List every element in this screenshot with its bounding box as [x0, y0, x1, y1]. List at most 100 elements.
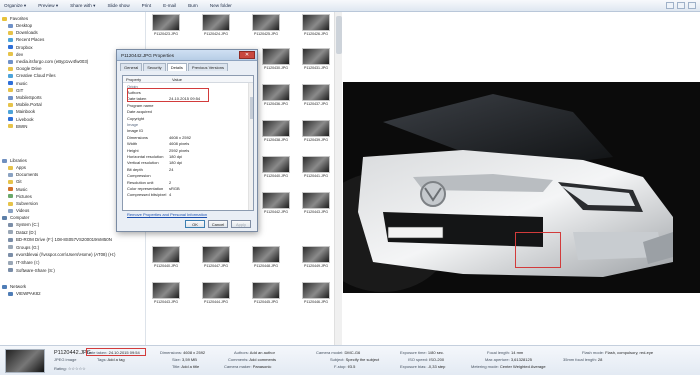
property-row[interactable]: Compressed bits/pixel 4 — [123, 192, 253, 198]
thumbnail-item[interactable]: P1120441.JPG — [302, 156, 330, 178]
cancel-button[interactable]: Cancel — [208, 220, 228, 228]
nav-header-network[interactable]: Network — [2, 283, 26, 290]
nav-item[interactable]: Google Drive — [8, 65, 42, 72]
tab-security[interactable]: Security — [143, 63, 166, 71]
nav-item[interactable]: Recent Places — [8, 36, 44, 43]
nav-item[interactable]: Livebook — [8, 116, 34, 123]
nav-item[interactable]: GIT — [8, 87, 23, 94]
thumbnail-item[interactable]: P1120439.JPG — [302, 120, 330, 142]
thumbnail-item[interactable]: P1120445.JPG — [252, 282, 280, 304]
thumbnail-item[interactable]: P1120430.JPG — [262, 48, 290, 70]
nav-item[interactable]: Documents — [8, 171, 38, 178]
nav-item[interactable]: Mainbook — [8, 108, 35, 115]
nav-item[interactable]: BWIN — [8, 123, 27, 130]
organize-button[interactable]: Organize ▾ — [4, 3, 26, 9]
scrollbar-thumb[interactable] — [250, 97, 253, 119]
thumbnail-item[interactable]: P1120448.JPG — [252, 246, 280, 268]
nav-item[interactable]: Dropbox — [8, 44, 33, 51]
nav-item[interactable]: media.itsforgo.com (eByp1vv4fw003) — [8, 58, 88, 65]
nav-item[interactable]: Desktop — [8, 22, 32, 29]
nav-item[interactable]: Downloads — [8, 29, 38, 36]
thumbnail-item[interactable]: P1120447.JPG — [202, 246, 230, 268]
print-button[interactable]: Print — [142, 3, 151, 8]
nav-item[interactable]: Music — [8, 186, 27, 193]
view-options-icon[interactable] — [666, 2, 674, 9]
share-with-button[interactable]: Share with ▾ — [70, 3, 95, 9]
tab-details[interactable]: Details — [166, 63, 187, 71]
title-field[interactable]: Title: Add a title — [172, 364, 199, 369]
nav-item[interactable]: dev — [8, 51, 23, 58]
nav-item[interactable]: IT-Share (I:) — [8, 259, 39, 266]
column-property[interactable]: Property — [123, 77, 169, 82]
close-button[interactable]: ✕ — [239, 51, 255, 59]
nav-item[interactable]: music — [8, 80, 27, 87]
nav-item[interactable]: Pictures — [8, 193, 32, 200]
thumbnail-item[interactable]: P1120437.JPG — [302, 84, 330, 106]
ok-button[interactable]: OK — [185, 220, 205, 228]
dialog-title-bar[interactable]: P1120442.JPG Properties ✕ — [117, 50, 257, 61]
thumbnail-item[interactable]: P1120443.JPG — [152, 282, 180, 304]
apply-button[interactable]: Apply — [231, 220, 251, 228]
authors-field[interactable]: Authors: Add an author — [234, 350, 275, 355]
camera-maker-field[interactable]: Camera maker: Panasonic — [224, 364, 271, 369]
rating-stars-icon[interactable]: ☆☆☆☆☆ — [68, 366, 86, 371]
nav-item-label: Software-Share (S:) — [16, 267, 55, 273]
help-icon[interactable] — [688, 2, 696, 9]
nav-header-favorites[interactable]: Favorites — [2, 15, 28, 22]
thumbnail-item[interactable]: P1120424.JPG — [202, 14, 230, 36]
thumbnail-item[interactable]: P1120442.JPG — [262, 192, 290, 214]
rating-field[interactable]: Rating: ☆☆☆☆☆ — [54, 366, 86, 371]
camera-model-field[interactable]: Camera model: DMC-G6 — [316, 350, 360, 355]
nav-item[interactable]: Apps — [8, 164, 26, 171]
nav-item[interactable]: Software-Share (S:) — [8, 267, 55, 274]
nav-item[interactable]: evorsblevai (\\vsspor.com\Users\Home) (A… — [8, 251, 115, 258]
burn-button[interactable]: Burn — [188, 3, 198, 8]
thumbnail-item[interactable]: P1120440.JPG — [152, 246, 180, 268]
thumbnail-item[interactable]: P1120443.JPG — [302, 192, 330, 214]
preview-button[interactable]: Preview ▾ — [38, 3, 58, 9]
tab-previous-versions[interactable]: Previous Versions — [187, 63, 228, 71]
thumbnail-item[interactable]: P1120438.JPG — [262, 120, 290, 142]
thumbnail-item[interactable]: P1120440.JPG — [262, 156, 290, 178]
nav-header-computer[interactable]: Computer — [2, 214, 29, 221]
new-folder-button[interactable]: New folder — [210, 3, 232, 8]
folder-icon — [8, 66, 13, 71]
nav-item[interactable]: Creative Cloud Files — [8, 72, 56, 79]
thumbnail-item[interactable]: P1120436.JPG — [262, 84, 290, 106]
nav-item[interactable]: BD-ROM Drive (F:) 108-8S057VS200019mM50N — [8, 236, 112, 243]
thumbnail-item[interactable]: P1120431.JPG — [302, 48, 330, 70]
column-value[interactable]: Value — [169, 77, 182, 82]
nav-item[interactable]: Mobile.Portal — [8, 101, 42, 108]
thumbnail-item[interactable]: P1120446.JPG — [302, 282, 330, 304]
subject-field[interactable]: Subject: Specify the subject — [330, 357, 379, 362]
nav-item[interactable]: Git — [8, 178, 22, 185]
scrollbar-thumb[interactable] — [336, 16, 342, 54]
thumbnail-item[interactable]: P1120449.JPG — [302, 246, 330, 268]
nav-item[interactable]: System (C:) — [8, 221, 39, 228]
nav-item[interactable]: MobileSports — [8, 94, 42, 101]
thumbnail-label: P1120438.JPG — [263, 138, 289, 142]
slide-show-button[interactable]: Slide show — [107, 3, 129, 8]
property-name: Compressed bits/pixel — [127, 192, 167, 198]
nav-item[interactable]: Groups (G:) — [8, 244, 39, 251]
preview-pane-icon[interactable] — [677, 2, 685, 9]
thumbnail-item[interactable]: P1120426.JPG — [302, 14, 330, 36]
file-list-scrollbar[interactable] — [334, 12, 342, 345]
thumbnail-item[interactable]: P1120444.JPG — [202, 282, 230, 304]
nav-item-label: Mainbook — [16, 109, 36, 115]
remove-properties-link[interactable]: Remove Properties and Personal Informati… — [127, 212, 207, 217]
nav-item[interactable]: Data2 (D:) — [8, 229, 36, 236]
thumbnail-image — [202, 282, 230, 299]
property-list-scrollbar[interactable] — [248, 83, 253, 210]
thumbnail-item[interactable]: P1120423.JPG — [152, 14, 180, 36]
nav-item[interactable]: Subversion — [8, 200, 38, 207]
thumbnail-item[interactable]: P1120425.JPG — [252, 14, 280, 36]
tags-field[interactable]: Tags: Add a tag — [97, 357, 125, 362]
comments-field[interactable]: Comments: Add comments — [228, 357, 276, 362]
max-aperture-label: Max aperture: — [485, 357, 510, 362]
email-button[interactable]: E-mail — [163, 3, 176, 8]
tab-general[interactable]: General — [120, 63, 143, 71]
nav-item[interactable]: VIEWPAK82 — [8, 290, 41, 297]
thumbnail-label: P1120444.JPG — [203, 300, 229, 304]
nav-header-libraries[interactable]: Libraries — [2, 157, 27, 164]
